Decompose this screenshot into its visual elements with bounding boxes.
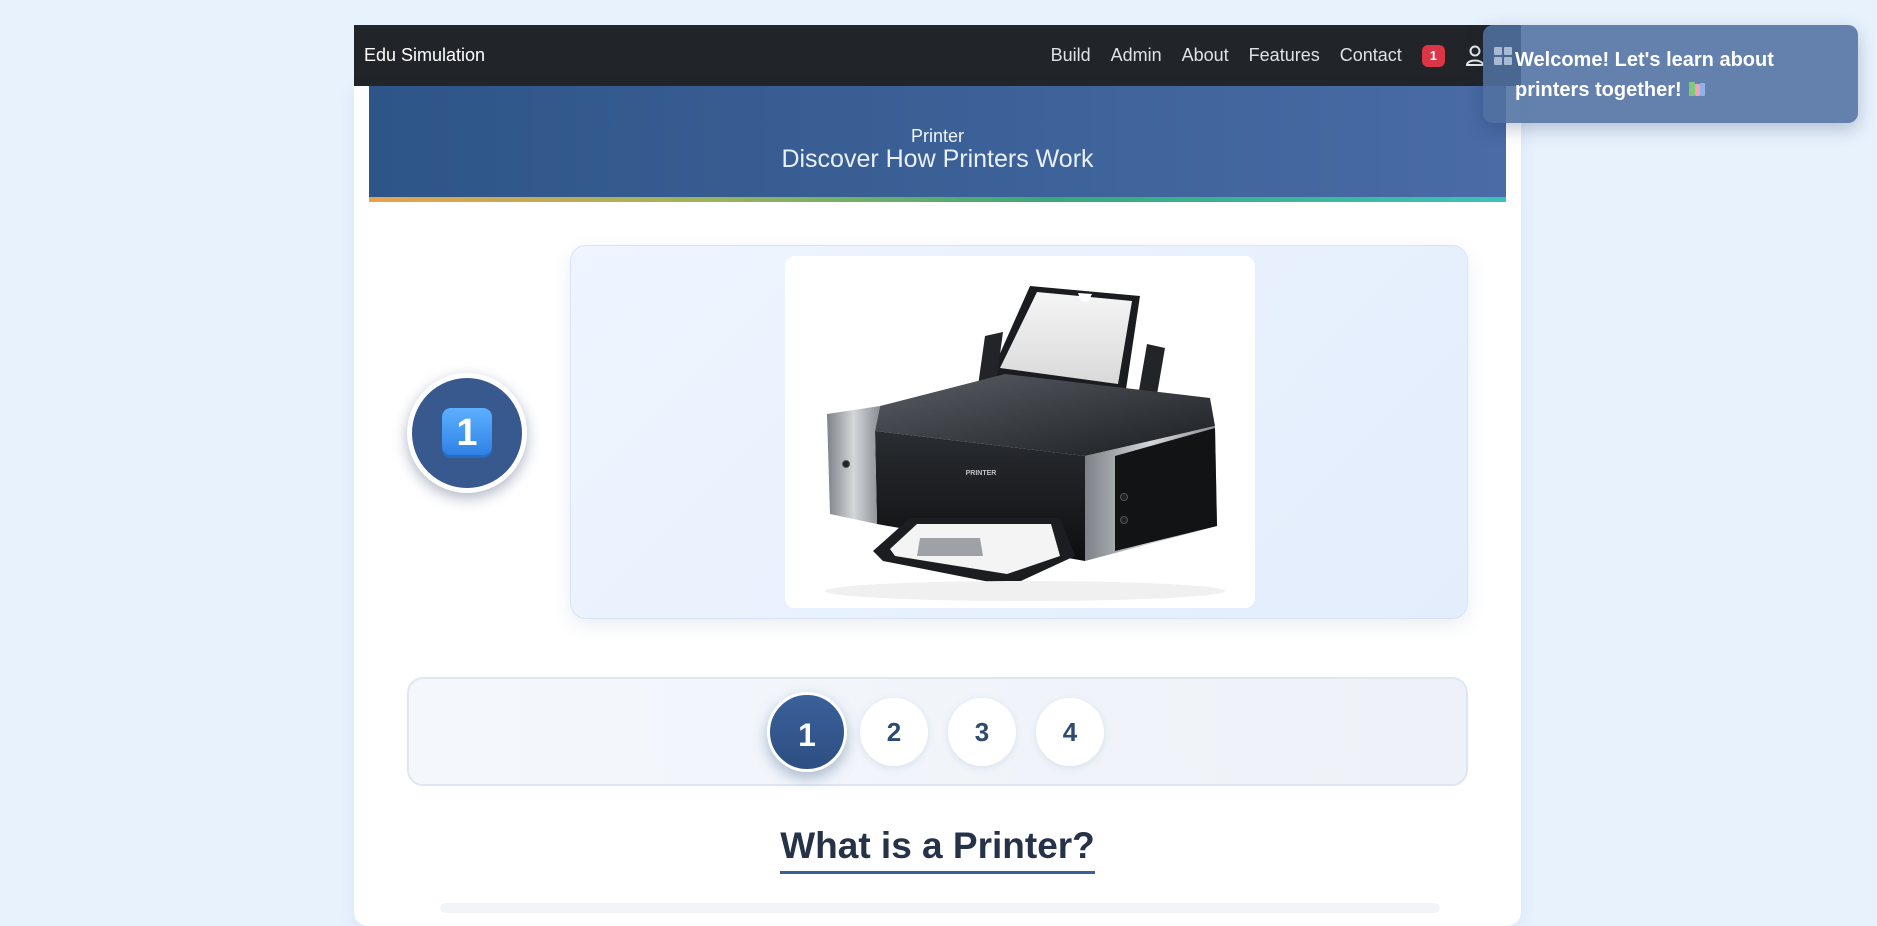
step-button-2[interactable]: 2 xyxy=(860,698,928,766)
printer-image: PRINTER xyxy=(785,256,1255,608)
step-navigation: 1 2 3 4 xyxy=(407,677,1468,786)
keycap-one-icon: 1 xyxy=(442,408,492,458)
user-icon[interactable] xyxy=(1465,45,1485,67)
step-button-4[interactable]: 4 xyxy=(1036,698,1104,766)
content-card-edge xyxy=(440,903,1440,913)
top-navbar: Edu Simulation Build Admin About Feature… xyxy=(354,25,1521,86)
grid-icon xyxy=(1494,47,1512,65)
nav-link-about[interactable]: About xyxy=(1182,45,1229,66)
hero-accent-stripe xyxy=(369,197,1506,202)
nav-link-features[interactable]: Features xyxy=(1249,45,1320,66)
books-icon xyxy=(1688,77,1706,96)
nav-link-build[interactable]: Build xyxy=(1051,45,1091,66)
step-button-3[interactable]: 3 xyxy=(948,698,1016,766)
hero-banner: Printer Discover How Printers Work xyxy=(369,86,1506,202)
hero-title: Discover How Printers Work xyxy=(781,145,1094,173)
step-number-indicator: 1 xyxy=(407,373,527,493)
nav-link-admin[interactable]: Admin xyxy=(1111,45,1162,66)
section-heading-wrapper: What is a Printer? xyxy=(354,825,1521,874)
step-button-1[interactable]: 1 xyxy=(767,692,847,772)
notification-badge[interactable]: 1 xyxy=(1421,44,1445,67)
nav-link-contact[interactable]: Contact xyxy=(1340,45,1402,66)
hero-label: Printer xyxy=(910,126,964,146)
brand-link[interactable]: Edu Simulation xyxy=(364,25,485,86)
toast-message: Welcome! Let's learn about printers toge… xyxy=(1515,49,1774,101)
toast-message-wrapper: Welcome! Let's learn about printers toge… xyxy=(1515,45,1845,105)
welcome-toast[interactable]: Welcome! Let's learn about printers toge… xyxy=(1483,25,1858,123)
section-title: What is a Printer? xyxy=(780,825,1095,874)
printer-brand-label: PRINTER xyxy=(966,470,997,477)
nav-links: Build Admin About Features Contact 1 xyxy=(1051,25,1485,86)
image-panel: PRINTER xyxy=(570,245,1468,619)
